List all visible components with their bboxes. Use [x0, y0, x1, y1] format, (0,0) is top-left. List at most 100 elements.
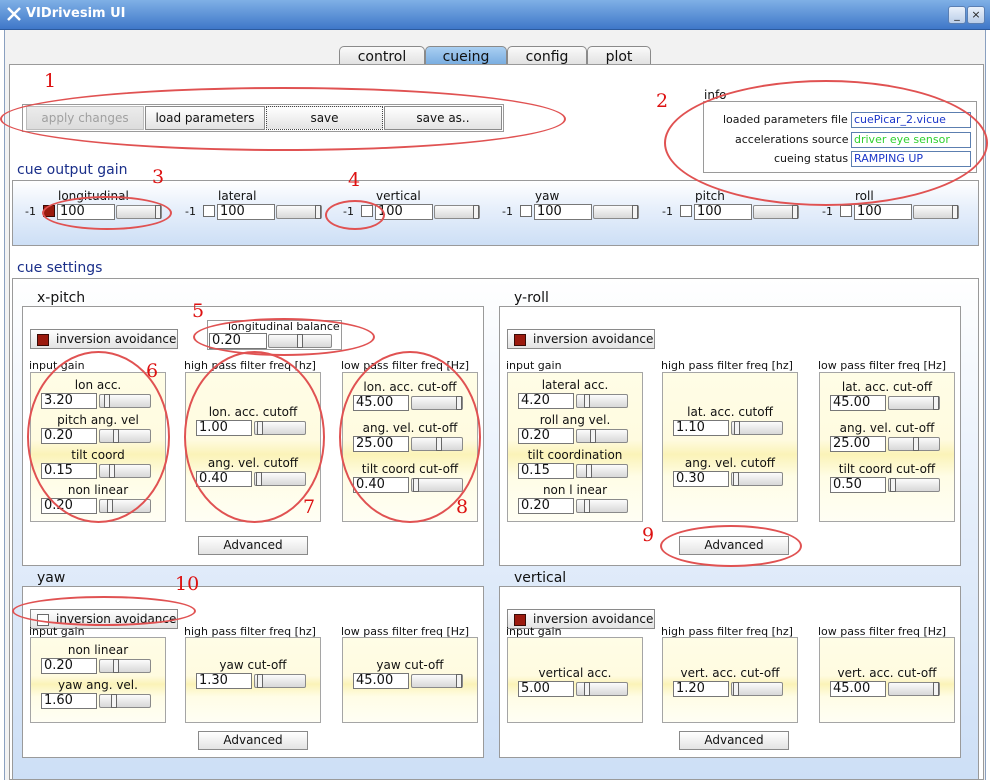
invert-checkbox-yaw[interactable] [520, 205, 532, 217]
field-slider-input-thumb[interactable] [111, 694, 117, 708]
field-value-input[interactable]: 4.20 [518, 393, 574, 409]
gain-value-yaw[interactable]: 100 [534, 204, 592, 220]
field-slider-input-thumb[interactable] [590, 429, 596, 443]
field-slider-lp[interactable] [411, 674, 463, 688]
field-slider-lp[interactable] [888, 478, 940, 492]
field-value-hp[interactable]: 1.20 [673, 681, 729, 697]
field-slider-input-thumb[interactable] [586, 464, 592, 478]
field-slider-input[interactable] [576, 429, 628, 443]
invert-checkbox-longitudinal[interactable] [43, 205, 55, 217]
field-value-input[interactable]: 0.15 [518, 463, 574, 479]
field-slider-input-thumb[interactable] [584, 499, 590, 513]
field-slider-input[interactable] [576, 499, 628, 513]
advanced-button-yaw[interactable]: Advanced [198, 731, 308, 750]
inversion-avoidance-checkbox-xpitch[interactable] [37, 334, 49, 346]
field-slider-input[interactable] [99, 464, 151, 478]
gain-slider-longitudinal-thumb[interactable] [155, 205, 161, 219]
field-value-hp[interactable]: 1.30 [196, 673, 252, 689]
field-slider-lp-thumb[interactable] [413, 478, 419, 492]
gain-value-pitch[interactable]: 100 [694, 204, 752, 220]
gain-slider-lateral-thumb[interactable] [315, 205, 321, 219]
inversion-avoidance-checkbox-yroll[interactable] [514, 334, 526, 346]
field-value-lp[interactable]: 45.00 [353, 395, 409, 411]
longitudinal-balance-slider[interactable] [268, 334, 332, 348]
field-slider-lp-thumb[interactable] [436, 437, 442, 451]
field-value-lp[interactable]: 45.00 [353, 673, 409, 689]
field-slider-input[interactable] [99, 659, 151, 673]
field-slider-hp-thumb[interactable] [257, 674, 263, 688]
longitudinal-balance-slider-thumb[interactable] [297, 334, 303, 348]
field-value-hp[interactable]: 0.40 [196, 471, 252, 487]
advanced-button-yroll[interactable]: Advanced [679, 536, 789, 555]
field-slider-lp-thumb[interactable] [933, 396, 939, 410]
invert-checkbox-lateral[interactable] [203, 205, 215, 217]
invert-checkbox-pitch[interactable] [680, 205, 692, 217]
apply-changes-button[interactable]: apply changes [26, 106, 144, 130]
field-value-hp[interactable]: 1.10 [673, 420, 729, 436]
field-slider-input-thumb[interactable] [584, 682, 590, 696]
field-slider-input-thumb[interactable] [113, 429, 119, 443]
field-slider-input-thumb[interactable] [584, 394, 590, 408]
field-slider-lp[interactable] [888, 396, 940, 410]
field-value-input[interactable]: 5.00 [518, 681, 574, 697]
field-slider-input-thumb[interactable] [113, 659, 119, 673]
field-slider-hp[interactable] [254, 421, 306, 435]
gain-slider-yaw-thumb[interactable] [632, 205, 638, 219]
field-slider-input-thumb[interactable] [107, 499, 113, 513]
close-button[interactable]: × [967, 6, 985, 24]
advanced-button-xpitch[interactable]: Advanced [198, 536, 308, 555]
field-slider-lp[interactable] [888, 682, 940, 696]
gain-slider-roll[interactable] [913, 205, 959, 219]
field-value-input[interactable]: 0.20 [41, 658, 97, 674]
gain-value-roll[interactable]: 100 [854, 204, 912, 220]
field-slider-lp-thumb[interactable] [890, 478, 896, 492]
gain-slider-yaw[interactable] [593, 205, 639, 219]
save-as-button[interactable]: save as.. [384, 106, 502, 130]
gain-value-longitudinal[interactable]: 100 [57, 204, 115, 220]
field-slider-lp-thumb[interactable] [456, 674, 462, 688]
save-button[interactable]: save [266, 106, 383, 130]
field-value-input[interactable]: 3.20 [41, 393, 97, 409]
field-slider-hp-thumb[interactable] [733, 682, 739, 696]
field-slider-hp-thumb[interactable] [733, 472, 739, 486]
field-slider-hp-thumb[interactable] [256, 472, 262, 486]
field-slider-lp[interactable] [411, 396, 463, 410]
field-slider-input-thumb[interactable] [104, 394, 110, 408]
field-slider-hp[interactable] [254, 472, 306, 486]
field-slider-input[interactable] [576, 394, 628, 408]
field-value-input[interactable]: 0.20 [518, 428, 574, 444]
longitudinal-balance-value[interactable]: 0.20 [209, 333, 267, 349]
field-slider-lp-thumb[interactable] [913, 437, 919, 451]
invert-checkbox-vertical[interactable] [361, 205, 373, 217]
field-value-lp[interactable]: 45.00 [830, 395, 886, 411]
field-slider-hp[interactable] [254, 674, 306, 688]
field-slider-hp[interactable] [731, 682, 783, 696]
field-value-lp[interactable]: 0.50 [830, 477, 886, 493]
gain-value-lateral[interactable]: 100 [217, 204, 275, 220]
field-slider-hp[interactable] [731, 472, 783, 486]
field-value-input[interactable]: 0.20 [41, 498, 97, 514]
field-value-lp[interactable]: 25.00 [353, 436, 409, 452]
field-slider-lp[interactable] [411, 437, 463, 451]
inversion-avoidance-xpitch[interactable]: inversion avoidance [30, 329, 178, 349]
field-slider-hp-thumb[interactable] [257, 421, 263, 435]
field-slider-lp[interactable] [411, 478, 463, 492]
field-value-input[interactable]: 1.60 [41, 693, 97, 709]
invert-checkbox-roll[interactable] [840, 205, 852, 217]
field-slider-input[interactable] [576, 682, 628, 696]
field-value-hp[interactable]: 0.30 [673, 471, 729, 487]
field-value-hp[interactable]: 1.00 [196, 420, 252, 436]
field-slider-hp[interactable] [731, 421, 783, 435]
field-slider-input-thumb[interactable] [109, 464, 115, 478]
gain-slider-lateral[interactable] [276, 205, 322, 219]
gain-slider-vertical-thumb[interactable] [473, 205, 479, 219]
field-value-input[interactable]: 0.20 [518, 498, 574, 514]
field-value-lp[interactable]: 45.00 [830, 681, 886, 697]
field-value-lp[interactable]: 0.40 [353, 477, 409, 493]
field-slider-input[interactable] [99, 694, 151, 708]
field-slider-lp[interactable] [888, 437, 940, 451]
gain-slider-vertical[interactable] [434, 205, 480, 219]
field-slider-input[interactable] [99, 499, 151, 513]
field-value-input[interactable]: 0.20 [41, 428, 97, 444]
gain-value-vertical[interactable]: 100 [375, 204, 433, 220]
